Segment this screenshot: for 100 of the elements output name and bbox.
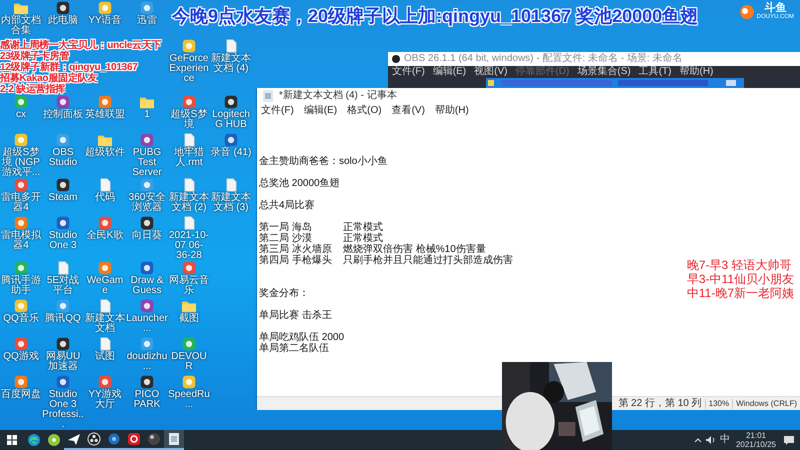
text-line: 燃烧弹双倍伤害 枪械%10伤害量 xyxy=(343,244,486,255)
text-line: 只刷手枪并且只能通过打头部造成伤害 xyxy=(343,255,513,266)
desktop-shortcut[interactable]: 新建文本文档 (4) xyxy=(210,39,252,74)
desktop-shortcut[interactable]: 迅雷 xyxy=(126,1,168,26)
app-icon xyxy=(56,178,70,192)
desktop-shortcut[interactable]: 试图 xyxy=(84,337,126,362)
app-icon xyxy=(182,95,196,109)
desktop-shortcut[interactable]: 全民K歌 xyxy=(84,216,126,241)
folder-icon xyxy=(139,95,155,109)
desktop-shortcut[interactable]: 超级软件 xyxy=(84,133,126,158)
desktop-shortcut[interactable]: Logitech G HUB xyxy=(210,95,252,130)
desktop-shortcut[interactable]: 雷电模拟器4 xyxy=(0,216,42,251)
desktop-shortcut[interactable]: 此电脑 xyxy=(42,1,84,26)
desktop-shortcut[interactable]: 腾讯手游助手 xyxy=(0,261,42,296)
menu-item[interactable]: 文件(F) xyxy=(392,67,425,77)
app-icon xyxy=(56,299,70,313)
desktop-shortcut[interactable]: 网易云音乐 xyxy=(168,261,210,296)
app-icon xyxy=(98,1,112,15)
taskbar-button[interactable] xyxy=(164,430,184,450)
document-icon xyxy=(226,39,236,53)
menu-item[interactable]: 编辑(E) xyxy=(304,106,338,116)
desktop-shortcut[interactable]: 超级S梦境 (NGP游戏平... xyxy=(0,133,42,178)
desktop-shortcut[interactable]: Studio One 3 Professi... xyxy=(42,375,84,430)
text-line: 第一局 海岛 xyxy=(259,222,313,233)
app-icon xyxy=(14,178,28,192)
input-method[interactable]: 中 xyxy=(720,435,730,445)
desktop-shortcut[interactable]: 地牢猎人.rmt xyxy=(168,133,210,168)
clock-date: 2021/10/25 xyxy=(736,440,776,449)
desktop-shortcut[interactable]: YY语音 xyxy=(84,1,126,26)
desktop-shortcut[interactable]: 英雄联盟 xyxy=(84,95,126,120)
folder-icon xyxy=(181,299,197,313)
desktop-shortcut[interactable]: 录音 (41) xyxy=(210,133,252,158)
app-icon xyxy=(14,375,28,389)
desktop-shortcut[interactable]: 360安全浏览器 xyxy=(126,178,168,213)
menu-item[interactable]: 场景集合(S) xyxy=(577,67,631,77)
desktop-shortcut[interactable]: Studio One 3 xyxy=(42,216,84,251)
text-line: 单局第二名队伍 xyxy=(259,343,329,354)
notification-icon[interactable] xyxy=(784,436,794,444)
desktop-shortcut[interactable]: 内部文档合集 xyxy=(0,1,42,36)
logo-text: 斗鱼 xyxy=(764,2,786,14)
desktop-shortcut[interactable]: 新建文本文档 (3) xyxy=(210,178,252,213)
desktop-shortcut[interactable]: 1 xyxy=(126,95,168,120)
desktop-shortcut[interactable]: GeForce Experience xyxy=(168,39,210,84)
desktop-shortcut[interactable]: 网易UU加速器 xyxy=(42,337,84,372)
app-icon xyxy=(56,337,70,351)
menu-item[interactable]: 帮助(H) xyxy=(434,106,469,116)
menu-item[interactable]: 查看(V) xyxy=(392,106,425,116)
app-icon xyxy=(98,375,112,389)
document-icon xyxy=(184,178,194,192)
taskbar-button[interactable] xyxy=(124,430,144,450)
desktop-shortcut[interactable]: 代码 xyxy=(84,178,126,203)
app-icon xyxy=(98,261,112,275)
desktop-shortcut[interactable]: OBS Studio xyxy=(42,133,84,168)
desktop-shortcut[interactable]: 百度网盘 xyxy=(0,375,42,400)
desktop-shortcut[interactable]: 超级S梦境 xyxy=(168,95,210,130)
desktop-shortcut[interactable]: QQ游戏 xyxy=(0,337,42,362)
app-icon xyxy=(140,1,154,15)
headline-overlay: 今晚9点水友赛，20级牌子以上加:qingyu_101367 奖池20000鱼翅 xyxy=(172,6,698,26)
menu-item[interactable]: 视图(V) xyxy=(474,67,508,77)
schedule-line: 晚7-早3 轻语大帅哥 xyxy=(686,258,793,272)
desktop-shortcut[interactable]: DEVOUR xyxy=(168,337,210,372)
desktop-shortcut[interactable]: 控制面板 xyxy=(42,95,84,120)
desktop-shortcut[interactable]: Launcher... xyxy=(126,299,168,334)
desktop-shortcut[interactable]: Draw & Guess xyxy=(126,261,168,296)
clock-time: 21:01 xyxy=(746,431,766,440)
menu-item[interactable]: 帮助(H) xyxy=(679,67,714,77)
menu-item[interactable]: 格式(O) xyxy=(347,106,382,116)
taskbar-button[interactable] xyxy=(84,430,104,450)
desktop-shortcut[interactable]: 雷电多开器4 xyxy=(0,178,42,213)
app-icon xyxy=(182,39,196,53)
desktop-shortcut[interactable]: WeGame xyxy=(84,261,126,296)
menu-item[interactable]: 编辑(E) xyxy=(432,67,466,77)
desktop-shortcut[interactable]: PICO PARK xyxy=(126,375,168,410)
app-icon xyxy=(140,216,154,230)
desktop-shortcut[interactable]: doudizhu... xyxy=(126,337,168,372)
app-icon xyxy=(140,261,154,275)
desktop-shortcut[interactable]: PUBG Test Server xyxy=(126,133,168,178)
app-icon xyxy=(140,178,154,192)
desktop-shortcut[interactable]: 向日葵 xyxy=(126,216,168,241)
desktop-shortcut[interactable]: 5E对战平台 xyxy=(42,261,84,296)
menu-item[interactable]: 文件(F) xyxy=(261,106,294,116)
app-icon xyxy=(56,375,70,389)
text-line: 正常模式 xyxy=(343,222,383,233)
document-icon xyxy=(100,178,110,192)
circle-icon xyxy=(47,433,61,447)
desktop-shortcut[interactable]: 2021-10-07 06-36-28 xyxy=(168,216,210,261)
desktop-shortcut[interactable]: 新建文本文档 xyxy=(84,299,126,334)
app-icon xyxy=(14,95,28,109)
menu-item[interactable]: 工具(T) xyxy=(638,67,672,77)
desktop-shortcut[interactable]: 截图 xyxy=(168,299,210,324)
desktop-shortcut[interactable]: Steam xyxy=(42,178,84,203)
desktop-shortcut[interactable]: 腾讯QQ xyxy=(42,299,84,324)
desktop-shortcut[interactable]: SpeedRu... xyxy=(168,375,210,410)
desktop-shortcut[interactable]: QQ音乐 xyxy=(0,299,42,324)
chevron-up-icon xyxy=(694,437,702,443)
desktop-shortcut[interactable]: YY游戏大厅 xyxy=(84,375,126,410)
app-icon xyxy=(56,1,70,15)
desktop-shortcut[interactable]: 新建文本文档 (2) xyxy=(168,178,210,213)
desktop-shortcut[interactable]: cx xyxy=(0,95,42,120)
app-icon xyxy=(182,261,196,275)
